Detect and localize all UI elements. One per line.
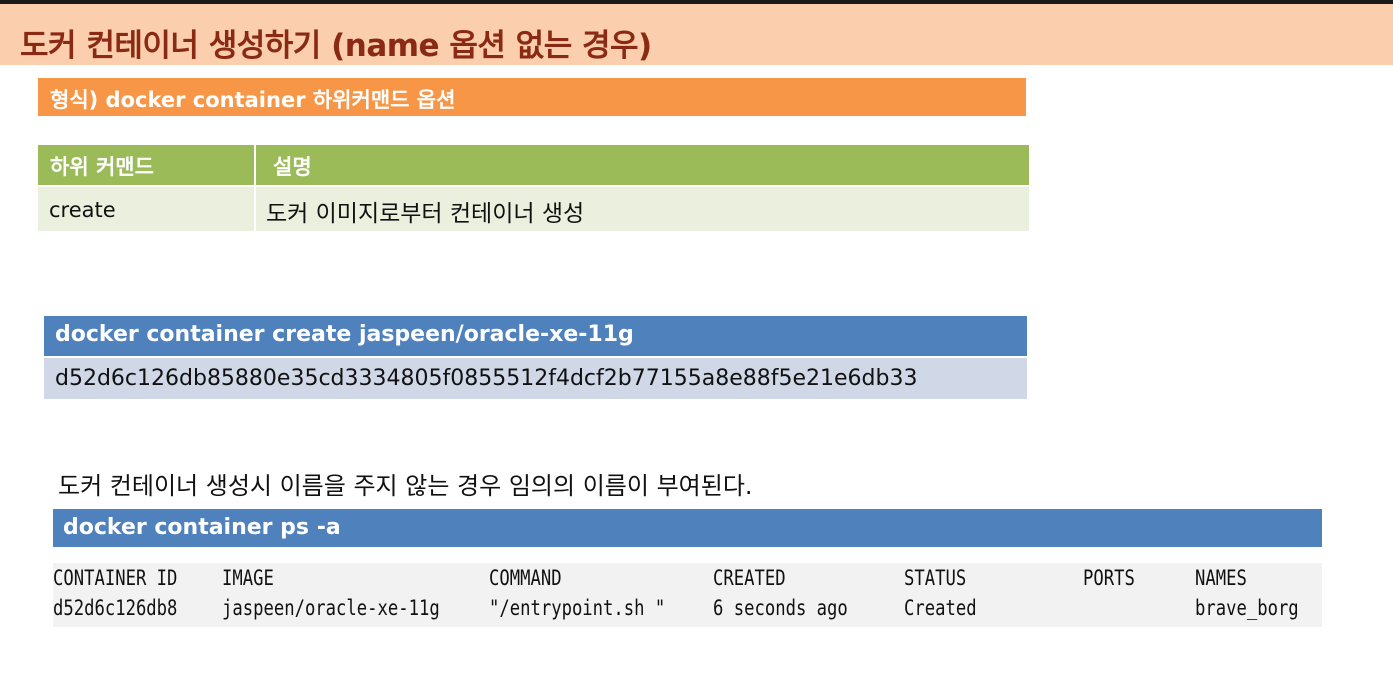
ps-cell-status: Created [904, 596, 977, 620]
ps-output: CONTAINER ID IMAGE COMMAND CREATED STATU… [53, 563, 1322, 627]
ps-cell-command: "/entrypoint.sh " [489, 596, 666, 620]
ps-header-names: NAMES [1195, 566, 1247, 590]
table-row: create 도커 이미지로부터 컨테이너 생성 [38, 187, 1029, 231]
create-command: docker container create jaspeen/oracle-x… [55, 322, 634, 347]
column-divider [254, 145, 256, 185]
subcommand-table: 하위 커맨드 설명 create 도커 이미지로부터 컨테이너 생성 [38, 145, 1029, 231]
slide: 도커 컨테이너 생성하기 (name 옵션 없는 경우) 형식) docker … [0, 0, 1393, 685]
ps-cell-image: jaspeen/oracle-xe-11g [222, 596, 440, 620]
ps-header-container-id: CONTAINER ID [53, 566, 178, 590]
format-text: 형식) docker container 하위커맨드 옵션 [50, 88, 456, 112]
create-command-box: docker container create jaspeen/oracle-x… [44, 316, 1027, 356]
ps-cell-names: brave_borg [1195, 596, 1299, 620]
ps-header-created: CREATED [713, 566, 786, 590]
ps-command-box: docker container ps -a [53, 509, 1322, 547]
header-subcommand: 하위 커맨드 [50, 155, 154, 179]
ps-header-command: COMMAND [489, 566, 562, 590]
ps-header-status: STATUS [904, 566, 967, 590]
ps-cell-created: 6 seconds ago [713, 596, 848, 620]
subcommand-table-header: 하위 커맨드 설명 [38, 145, 1029, 185]
header-description: 설명 [273, 155, 312, 179]
cell-description: 도커 이미지로부터 컨테이너 생성 [266, 201, 585, 227]
ps-header-image: IMAGE [222, 566, 274, 590]
format-banner: 형식) docker container 하위커맨드 옵션 [38, 78, 1026, 116]
cell-subcommand: create [49, 198, 116, 222]
create-output-box: d52d6c126db85880e35cd3334805f0855512f4dc… [44, 358, 1027, 399]
note-text: 도커 컨테이너 생성시 이름을 주지 않는 경우 임의의 이름이 부여된다. [58, 472, 753, 500]
column-divider [254, 187, 256, 231]
ps-cell-container-id: d52d6c126db8 [53, 596, 178, 620]
ps-header-ports: PORTS [1083, 566, 1135, 590]
slide-title: 도커 컨테이너 생성하기 (name 옵션 없는 경우) [20, 28, 652, 64]
ps-command: docker container ps -a [63, 515, 341, 540]
create-output: d52d6c126db85880e35cd3334805f0855512f4dc… [55, 366, 918, 391]
title-bar: 도커 컨테이너 생성하기 (name 옵션 없는 경우) [0, 4, 1393, 65]
